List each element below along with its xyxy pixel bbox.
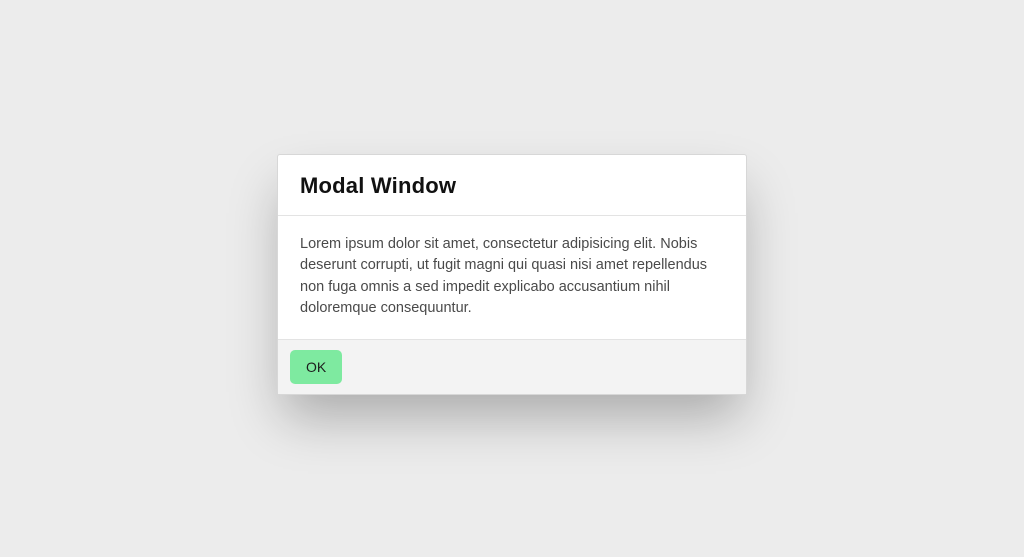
modal-title: Modal Window [300, 173, 724, 199]
page-backdrop: Modal Window Lorem ipsum dolor sit amet,… [0, 0, 1024, 557]
ok-button[interactable]: OK [290, 350, 342, 384]
modal-body: Lorem ipsum dolor sit amet, consectetur … [278, 216, 746, 339]
modal-window: Modal Window Lorem ipsum dolor sit amet,… [277, 154, 747, 394]
modal-footer: OK [278, 340, 746, 394]
modal-header: Modal Window [278, 155, 746, 216]
modal-body-text: Lorem ipsum dolor sit amet, consectetur … [300, 234, 724, 318]
